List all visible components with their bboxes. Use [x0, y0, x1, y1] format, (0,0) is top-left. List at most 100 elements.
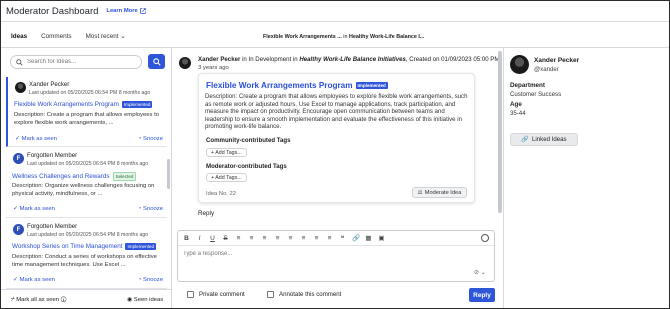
- editor-toolbar: B I U S ≡ ≡ ≡ ≡ ≡ ≡ ≡ ≡ ❝ 🔗 ▦ ▣: [178, 231, 494, 246]
- check-icon: ✓: [13, 277, 18, 283]
- search-button[interactable]: [148, 54, 165, 69]
- reply-button[interactable]: Reply: [469, 288, 495, 302]
- table-icon[interactable]: ▦: [365, 234, 372, 242]
- mark-seen-button[interactable]: ✓ Mark as seen: [13, 206, 55, 212]
- status-badge: Implemented: [121, 101, 153, 108]
- moderate-idea-button[interactable]: ⚖ Moderate Idea: [412, 187, 467, 198]
- numbered-list-icon[interactable]: ≡: [248, 235, 255, 242]
- snooze-label: Snooze: [143, 206, 163, 212]
- snooze-button[interactable]: ◔ Snooze: [138, 136, 163, 142]
- external-link-icon: [139, 8, 146, 14]
- underline-icon[interactable]: U: [209, 235, 216, 242]
- idea-detail-card: Flexible Work Arrangements Program Imple…: [198, 73, 475, 203]
- learn-more-label: Learn More: [106, 8, 138, 14]
- idea-description: Description: Create a program that allow…: [14, 112, 160, 126]
- add-community-tags-button[interactable]: + Add Tags...: [206, 148, 247, 157]
- avatar: [15, 82, 26, 93]
- seen-ideas-button[interactable]: ◉ Seen ideas: [127, 297, 163, 303]
- list-item[interactable]: F Forgotten Member Last updated on 05/20…: [6, 219, 167, 289]
- list-footer-divider: [1, 289, 171, 290]
- mark-seen-button[interactable]: ✓ Mark as seen: [13, 277, 55, 283]
- detail-challenge[interactable]: Healthy Work-Life Balance Initiatives: [299, 56, 406, 63]
- breadcrumb-challenge[interactable]: Healthy Work-Life Balance I...: [349, 34, 424, 40]
- private-comment-label: Private comment: [199, 291, 245, 298]
- mark-seen-label: Mark as seen: [19, 206, 55, 212]
- list-item[interactable]: F Forgotten Member Last updated on 05/20…: [6, 148, 167, 218]
- status-badge: Implemented: [125, 243, 157, 250]
- add-moderator-tags-button[interactable]: + Add Tags...: [206, 173, 247, 182]
- response-textarea[interactable]: [183, 251, 463, 275]
- detail-title: Flexible Work Arrangements Program: [206, 81, 353, 90]
- outdent-icon[interactable]: ≡: [313, 235, 320, 242]
- tab-bar: Ideas Comments Most recent ⌄: [11, 33, 140, 40]
- search-icon: [16, 58, 23, 66]
- reply-link[interactable]: Reply: [198, 210, 214, 217]
- idea-list: Xander Pecker Last updated on 05/20/2025…: [6, 77, 167, 289]
- annotate-comment-option[interactable]: Annotate this comment: [267, 291, 341, 298]
- idea-title: Wellness Challenges and Rewards: [12, 173, 110, 180]
- gavel-icon: ⚖: [417, 189, 423, 196]
- mark-seen-label: Mark as seen: [19, 277, 55, 283]
- sort-dropdown[interactable]: Most recent ⌄: [86, 33, 126, 40]
- private-comment-option[interactable]: Private comment: [187, 291, 245, 298]
- author-name: Xander Pecker: [29, 81, 70, 88]
- snooze-label: Snooze: [143, 136, 163, 142]
- idea-description: Description: Organize wellness challenge…: [12, 183, 155, 197]
- idea-description: Description: Conduct a series of worksho…: [12, 254, 157, 268]
- department-label: Department: [510, 82, 545, 89]
- search-box: [10, 55, 142, 69]
- mark-seen-button[interactable]: ✓ Mark as seen: [15, 136, 57, 142]
- indent-icon[interactable]: ≡: [326, 235, 333, 242]
- bold-icon[interactable]: B: [183, 235, 190, 242]
- annotate-comment-checkbox[interactable]: [267, 291, 274, 298]
- emoji-icon[interactable]: [481, 234, 489, 242]
- detail-author[interactable]: Xander Pecker: [198, 56, 240, 63]
- idea-title-link[interactable]: Flexible Work Arrangements Program Imple…: [14, 101, 153, 108]
- align-right-icon[interactable]: ≡: [300, 235, 307, 242]
- snooze-icon: ◔: [137, 206, 142, 212]
- tab-ideas[interactable]: Ideas: [11, 33, 27, 40]
- right-divider: [503, 47, 504, 308]
- broom-icon: ⌿: [11, 297, 15, 303]
- breadcrumb-idea[interactable]: Flexible Work Arrangements ...: [263, 34, 342, 40]
- snooze-icon: ◔: [137, 136, 142, 142]
- checklist-icon[interactable]: ≡: [261, 235, 268, 242]
- align-left-icon[interactable]: ≡: [274, 235, 281, 242]
- breadcrumb-sep: in: [343, 34, 348, 40]
- tab-comments[interactable]: Comments: [41, 33, 71, 40]
- detail-scrollbar[interactable]: [498, 51, 502, 213]
- annotate-comment-label: Annotate this comment: [279, 291, 342, 298]
- linked-ideas-button[interactable]: 🔗 Linked Ideas: [510, 133, 578, 146]
- profile-avatar: [510, 55, 529, 74]
- italic-icon[interactable]: I: [196, 235, 203, 242]
- status-badge: Selected: [112, 172, 137, 181]
- profile-handle: @xander: [534, 66, 559, 73]
- snooze-button[interactable]: ◔ Snooze: [138, 277, 163, 283]
- idea-title-link[interactable]: Wellness Challenges and Rewards Selected: [12, 172, 137, 181]
- department-value: Customer Success: [510, 91, 562, 98]
- idea-title-link[interactable]: Workshop Series on Time Management Imple…: [12, 243, 157, 250]
- private-comment-checkbox[interactable]: [187, 291, 194, 298]
- strikethrough-icon[interactable]: S: [222, 235, 229, 242]
- bullet-list-icon[interactable]: ≡: [235, 235, 242, 242]
- search-input[interactable]: [27, 59, 137, 65]
- list-scrollbar[interactable]: [167, 159, 170, 189]
- list-item[interactable]: Xander Pecker Last updated on 05/20/2025…: [6, 77, 167, 147]
- attachment-icon[interactable]: ⊘ ⌄: [474, 269, 486, 276]
- link-icon[interactable]: 🔗: [352, 234, 360, 242]
- align-center-icon[interactable]: ≡: [287, 235, 294, 242]
- mark-all-seen-button[interactable]: ⌿ Mark all as seen ⓘ: [11, 297, 66, 304]
- detail-meta: Xander Pecker in In Development in Healt…: [198, 56, 499, 63]
- mark-seen-label: Mark as seen: [21, 136, 57, 142]
- snooze-label: Snooze: [143, 277, 163, 283]
- community-tags-heading: Community-contributed Tags: [206, 137, 291, 144]
- detail-title-link[interactable]: Flexible Work Arrangements Program Imple…: [206, 81, 388, 90]
- detail-in2: in: [292, 56, 298, 63]
- quote-icon[interactable]: ❝: [339, 234, 346, 242]
- detail-ago: 3 years ago: [198, 65, 229, 71]
- snooze-button[interactable]: ◔ Snooze: [138, 206, 163, 212]
- learn-more-link[interactable]: Learn More: [106, 8, 146, 14]
- image-icon[interactable]: ▣: [378, 234, 385, 242]
- linked-ideas-label: Linked Ideas: [532, 136, 567, 143]
- moderate-label: Moderate Idea: [424, 189, 462, 196]
